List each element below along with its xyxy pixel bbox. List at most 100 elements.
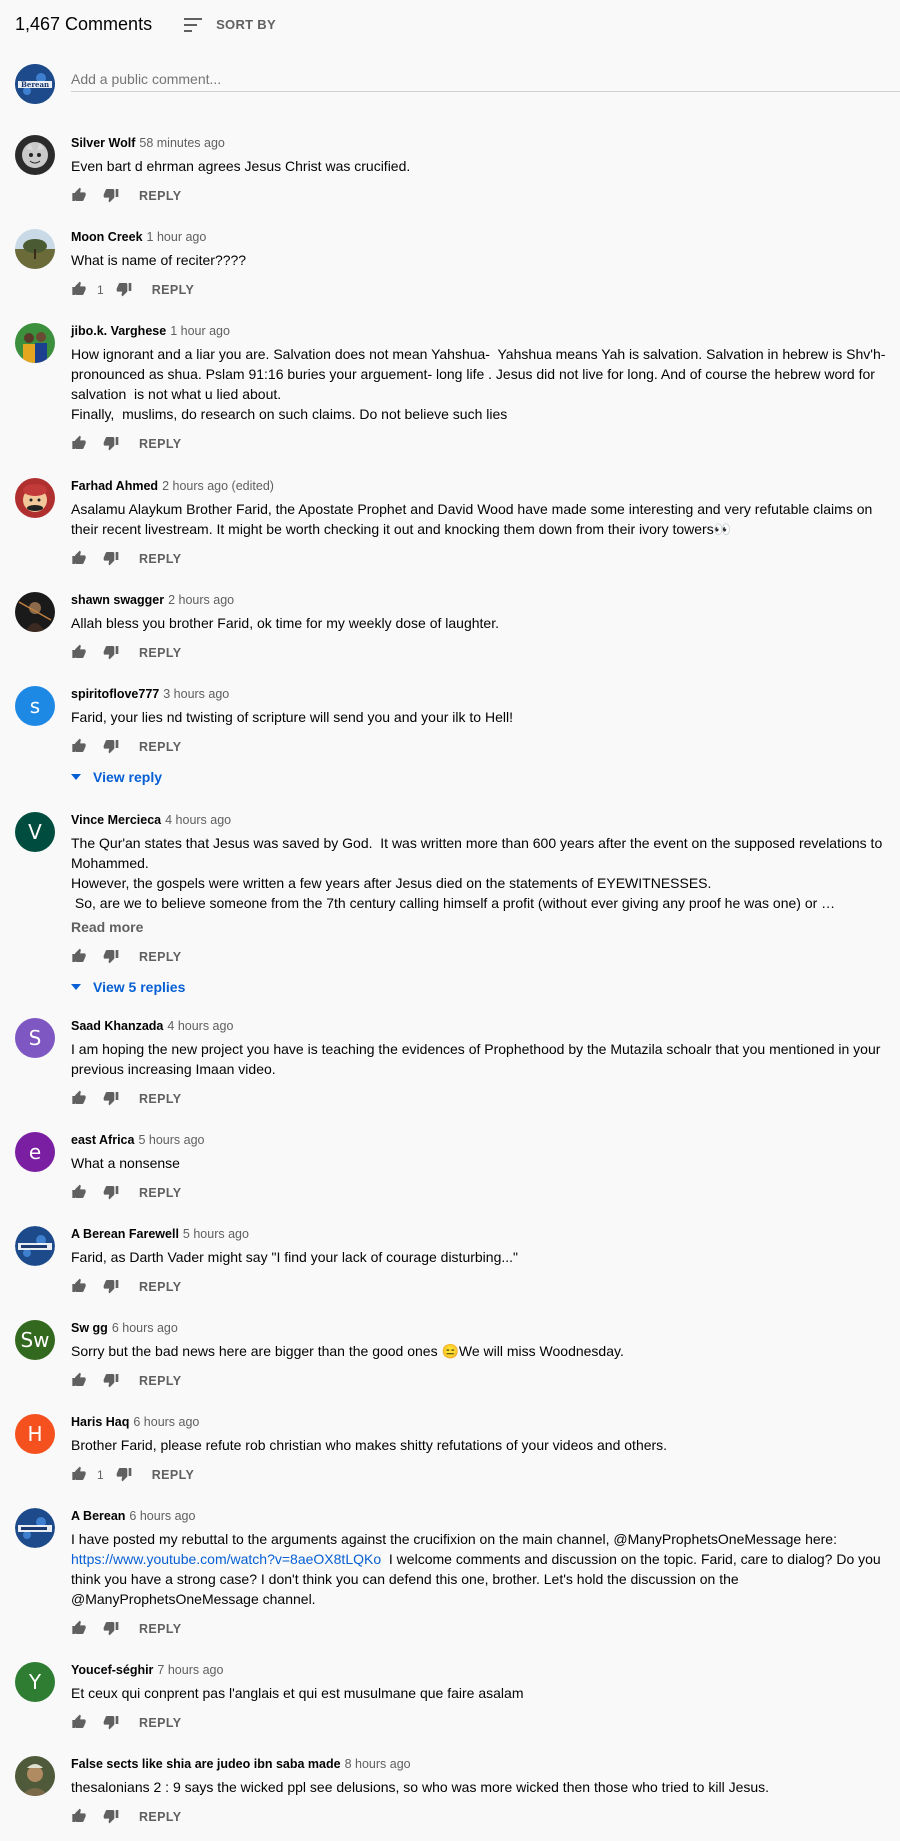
like-button[interactable] xyxy=(71,738,87,757)
dislike-icon[interactable] xyxy=(103,644,119,660)
author-avatar[interactable] xyxy=(15,1508,55,1548)
dislike-button[interactable] xyxy=(103,1620,119,1639)
comment-time[interactable]: 2 hours ago (edited) xyxy=(162,479,274,493)
reply-button[interactable]: REPLY xyxy=(139,646,182,660)
dislike-button[interactable] xyxy=(103,435,119,454)
author-name[interactable]: Haris Haq xyxy=(71,1415,129,1429)
dislike-icon[interactable] xyxy=(116,1466,132,1482)
like-icon[interactable] xyxy=(71,1466,87,1482)
author-avatar[interactable] xyxy=(15,1756,55,1796)
like-icon[interactable] xyxy=(71,1278,87,1294)
author-name[interactable]: jibo.k. Varghese xyxy=(71,324,166,338)
author-name[interactable]: Youcef-séghir xyxy=(71,1663,153,1677)
comment-time[interactable]: 1 hour ago xyxy=(170,324,230,338)
dislike-icon[interactable] xyxy=(103,1372,119,1388)
dislike-icon[interactable] xyxy=(103,948,119,964)
dislike-icon[interactable] xyxy=(103,1620,119,1636)
like-button[interactable] xyxy=(71,281,87,300)
author-avatar[interactable] xyxy=(15,478,55,518)
reply-button[interactable]: REPLY xyxy=(139,437,182,451)
view-replies-button[interactable]: View 5 replies xyxy=(71,979,900,995)
dislike-button[interactable] xyxy=(103,1090,119,1109)
like-icon[interactable] xyxy=(71,435,87,451)
like-button[interactable] xyxy=(71,1372,87,1391)
author-name[interactable]: shawn swagger xyxy=(71,593,164,607)
reply-button[interactable]: REPLY xyxy=(139,1622,182,1636)
comment-time[interactable]: 7 hours ago xyxy=(157,1663,223,1677)
dislike-button[interactable] xyxy=(103,1808,119,1827)
dislike-button[interactable] xyxy=(103,1184,119,1203)
dislike-icon[interactable] xyxy=(103,1184,119,1200)
comment-time[interactable]: 6 hours ago xyxy=(112,1321,178,1335)
author-avatar[interactable] xyxy=(15,323,55,363)
author-name[interactable]: Saad Khanzada xyxy=(71,1019,163,1033)
dislike-button[interactable] xyxy=(116,1466,132,1485)
dislike-button[interactable] xyxy=(103,1278,119,1297)
like-button[interactable] xyxy=(71,644,87,663)
like-icon[interactable] xyxy=(71,1808,87,1824)
dislike-button[interactable] xyxy=(103,644,119,663)
like-button[interactable] xyxy=(71,1714,87,1733)
like-button[interactable] xyxy=(71,1278,87,1297)
dislike-button[interactable] xyxy=(103,948,119,967)
comment-time[interactable]: 3 hours ago xyxy=(163,687,229,701)
like-icon[interactable] xyxy=(71,644,87,660)
dislike-icon[interactable] xyxy=(116,281,132,297)
like-button[interactable] xyxy=(71,1466,87,1485)
comment-time[interactable]: 5 hours ago xyxy=(183,1227,249,1241)
author-name[interactable]: Silver Wolf xyxy=(71,136,135,150)
author-avatar[interactable]: s xyxy=(15,686,55,726)
author-name[interactable]: A Berean Farewell xyxy=(71,1227,179,1241)
author-name[interactable]: Farhad Ahmed xyxy=(71,479,158,493)
reply-button[interactable]: REPLY xyxy=(139,950,182,964)
author-avatar[interactable]: S xyxy=(15,1018,55,1058)
like-icon[interactable] xyxy=(71,281,87,297)
author-name[interactable]: Vince Mercieca xyxy=(71,813,161,827)
like-icon[interactable] xyxy=(71,550,87,566)
author-name[interactable]: east Africa xyxy=(71,1133,134,1147)
like-icon[interactable] xyxy=(71,1714,87,1730)
comment-link[interactable]: https://www.youtube.com/watch?v=8aeOX8tL… xyxy=(71,1551,381,1567)
like-icon[interactable] xyxy=(71,738,87,754)
reply-button[interactable]: REPLY xyxy=(139,1186,182,1200)
like-icon[interactable] xyxy=(71,948,87,964)
comment-time[interactable]: 4 hours ago xyxy=(165,813,231,827)
add-comment-input[interactable] xyxy=(71,66,900,92)
dislike-icon[interactable] xyxy=(103,1808,119,1824)
dislike-button[interactable] xyxy=(103,738,119,757)
reply-button[interactable]: REPLY xyxy=(139,740,182,754)
reply-button[interactable]: REPLY xyxy=(139,1810,182,1824)
author-name[interactable]: False sects like shia are judeo ibn saba… xyxy=(71,1757,341,1771)
author-avatar[interactable]: Y xyxy=(15,1662,55,1702)
like-button[interactable] xyxy=(71,1620,87,1639)
reply-button[interactable]: REPLY xyxy=(139,1280,182,1294)
dislike-button[interactable] xyxy=(103,1714,119,1733)
like-icon[interactable] xyxy=(71,1184,87,1200)
sort-button[interactable]: SORT BY xyxy=(184,17,276,33)
author-name[interactable]: Moon Creek xyxy=(71,230,143,244)
dislike-button[interactable] xyxy=(116,281,132,300)
comment-time[interactable]: 8 hours ago xyxy=(345,1757,411,1771)
author-avatar[interactable] xyxy=(15,229,55,269)
comment-time[interactable]: 1 hour ago xyxy=(147,230,207,244)
like-button[interactable] xyxy=(71,435,87,454)
author-name[interactable]: A Berean xyxy=(71,1509,125,1523)
reply-button[interactable]: REPLY xyxy=(139,552,182,566)
view-replies-button[interactable]: View reply xyxy=(71,769,900,785)
like-icon[interactable] xyxy=(71,187,87,203)
like-icon[interactable] xyxy=(71,1090,87,1106)
comment-time[interactable]: 2 hours ago xyxy=(168,593,234,607)
like-button[interactable] xyxy=(71,1090,87,1109)
author-name[interactable]: Sw gg xyxy=(71,1321,108,1335)
author-avatar[interactable] xyxy=(15,1226,55,1266)
reply-button[interactable]: REPLY xyxy=(139,1374,182,1388)
reply-button[interactable]: REPLY xyxy=(152,1468,195,1482)
dislike-button[interactable] xyxy=(103,1372,119,1391)
comment-time[interactable]: 6 hours ago xyxy=(129,1509,195,1523)
dislike-icon[interactable] xyxy=(103,738,119,754)
comment-time[interactable]: 5 hours ago xyxy=(138,1133,204,1147)
user-avatar[interactable]: Berean xyxy=(15,64,55,104)
comment-time[interactable]: 4 hours ago xyxy=(167,1019,233,1033)
comment-time[interactable]: 58 minutes ago xyxy=(139,136,224,150)
dislike-button[interactable] xyxy=(103,550,119,569)
